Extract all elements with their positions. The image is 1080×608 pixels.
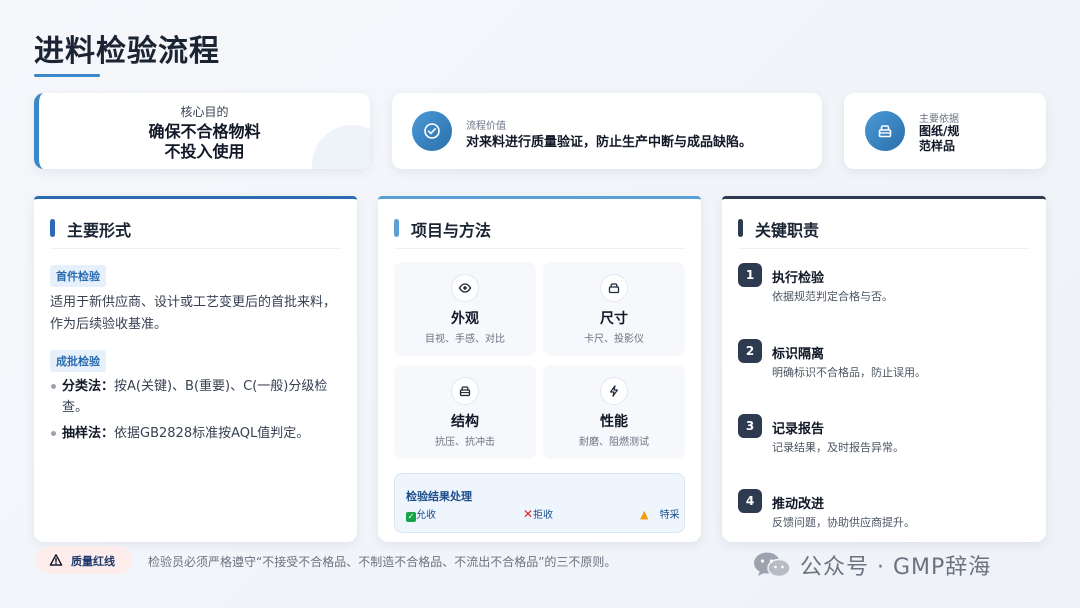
watermark: 公众号 · GMP辞海	[752, 548, 991, 582]
panel-heading: 项目与方法	[411, 221, 492, 240]
purpose-text: 确保不合格物料 不投入使用	[39, 122, 370, 162]
page-title: 进料检验流程	[34, 34, 220, 69]
purpose-card: 核心目的 确保不合格物料 不投入使用	[34, 93, 370, 169]
step-desc: 明确标识不合格品，防止误用。	[772, 366, 926, 379]
step-desc: 依据规范判定合格与否。	[772, 290, 893, 303]
step-number: 4	[738, 489, 762, 513]
heading-accent-bar	[738, 219, 743, 237]
special-option: ▲ 特采	[640, 506, 680, 521]
purpose-label: 核心目的	[180, 105, 229, 119]
batch-inspection-tag: 成批检验	[50, 350, 106, 372]
title-underline	[34, 74, 100, 77]
method-desc: 卡尺、投影仪	[584, 334, 644, 345]
method-name: 性能	[600, 414, 628, 430]
checkbox-checked-icon: ✓	[406, 512, 416, 522]
bullet-text: 依据GB2828标准按AQL值判定。	[114, 426, 310, 441]
bolt-icon	[600, 377, 628, 405]
bullet-term: 抽样法：	[62, 426, 115, 441]
basis-text: 图纸/规范样品	[919, 124, 960, 153]
method-desc: 目视、手感、对比	[425, 334, 505, 345]
accept-label: 允收	[416, 510, 436, 521]
panel-heading: 主要形式	[67, 221, 132, 240]
basis-label: 主要依据	[919, 114, 959, 125]
step-title: 执行检验	[772, 271, 825, 286]
warning-triangle-icon	[49, 552, 63, 571]
badge-label: 质量红线	[71, 555, 115, 568]
purpose-line-2: 不投入使用	[164, 142, 245, 161]
step-number: 1	[738, 263, 762, 287]
result-title: 检验结果处理	[406, 490, 472, 503]
reject-option: ✕拒收	[523, 506, 553, 521]
methods-panel: 项目与方法 外观 目视、手感、对比 尺寸 卡尺、投影仪 结构 抗压、抗冲击 性能…	[378, 196, 701, 542]
value-label: 流程价值	[466, 121, 506, 132]
heading-accent-bar	[394, 219, 399, 237]
panel-heading: 关键职责	[755, 221, 820, 240]
method-card-dimension: 尺寸 卡尺、投影仪	[543, 262, 685, 356]
bullet-item: 分类法：按A(关键)、B(重要)、C(一般)分级检查。	[50, 376, 345, 418]
duties-panel: 关键职责 1 执行检验 依据规范判定合格与否。 2 标识隔离 明确标识不合格品，…	[722, 196, 1046, 542]
first-inspection-tag: 首件检验	[50, 265, 106, 287]
step-title: 记录报告	[772, 422, 825, 437]
special-label: 特采	[659, 510, 680, 521]
eye-icon	[451, 274, 479, 302]
step-number: 2	[738, 339, 762, 363]
value-text: 对来料进行质量验证，防止生产中断与成品缺陷。	[466, 135, 753, 150]
cross-icon: ✕	[523, 507, 534, 521]
quality-redline-badge: 质量红线	[36, 546, 132, 574]
forms-panel: 主要形式 首件检验 适用于新供应商、设计或工艺变更后的首批来料，作为后续验收基准…	[34, 196, 357, 542]
method-name: 尺寸	[600, 311, 628, 327]
result-handling-box: 检验结果处理 ✓ 允收 ✕拒收 ▲ 特采	[394, 473, 685, 533]
basis-card: 主要依据 图纸/规范样品	[844, 93, 1046, 169]
method-card-appearance: 外观 目视、手感、对比	[394, 262, 536, 356]
bullet-item: 抽样法：依据GB2828标准按AQL值判定。	[50, 423, 345, 444]
watermark-text: 公众号 · GMP辞海	[800, 555, 992, 580]
box-icon	[451, 377, 479, 405]
box-icon	[600, 274, 628, 302]
heading-accent-bar	[50, 219, 55, 237]
step-desc: 反馈问题，协助供应商提升。	[772, 516, 915, 529]
panel-header: 项目与方法	[394, 215, 685, 249]
bullet-term: 分类法：	[62, 379, 115, 394]
method-name: 结构	[451, 414, 479, 430]
accept-option: ✓ 允收	[406, 506, 436, 522]
archive-icon	[865, 111, 905, 151]
footer-note: 检验员必须严格遵守“不接受不合格品、不制造不合格品、不流出不合格品”的三不原则。	[148, 555, 617, 569]
step-desc: 记录结果，及时报告异常。	[772, 441, 904, 454]
check-circle-icon	[412, 111, 452, 151]
value-card: 流程价值 对来料进行质量验证，防止生产中断与成品缺陷。	[392, 93, 822, 169]
wechat-icon	[754, 552, 791, 578]
method-desc: 抗压、抗冲击	[435, 437, 495, 448]
panel-header: 关键职责	[738, 215, 1030, 249]
panel-header: 主要形式	[50, 215, 341, 249]
reject-label: 拒收	[533, 510, 554, 521]
step-title: 标识隔离	[772, 347, 825, 362]
step-number: 3	[738, 414, 762, 438]
purpose-line-1: 确保不合格物料	[148, 122, 261, 141]
method-desc: 耐磨、阻燃测试	[579, 437, 649, 448]
warning-icon: ▲	[640, 508, 649, 521]
method-name: 外观	[451, 311, 479, 327]
method-card-performance: 性能 耐磨、阻燃测试	[543, 365, 685, 459]
step-title: 推动改进	[772, 497, 825, 512]
first-inspection-text: 适用于新供应商、设计或工艺变更后的首批来料，作为后续验收基准。	[50, 295, 337, 332]
method-card-structure: 结构 抗压、抗冲击	[394, 365, 536, 459]
